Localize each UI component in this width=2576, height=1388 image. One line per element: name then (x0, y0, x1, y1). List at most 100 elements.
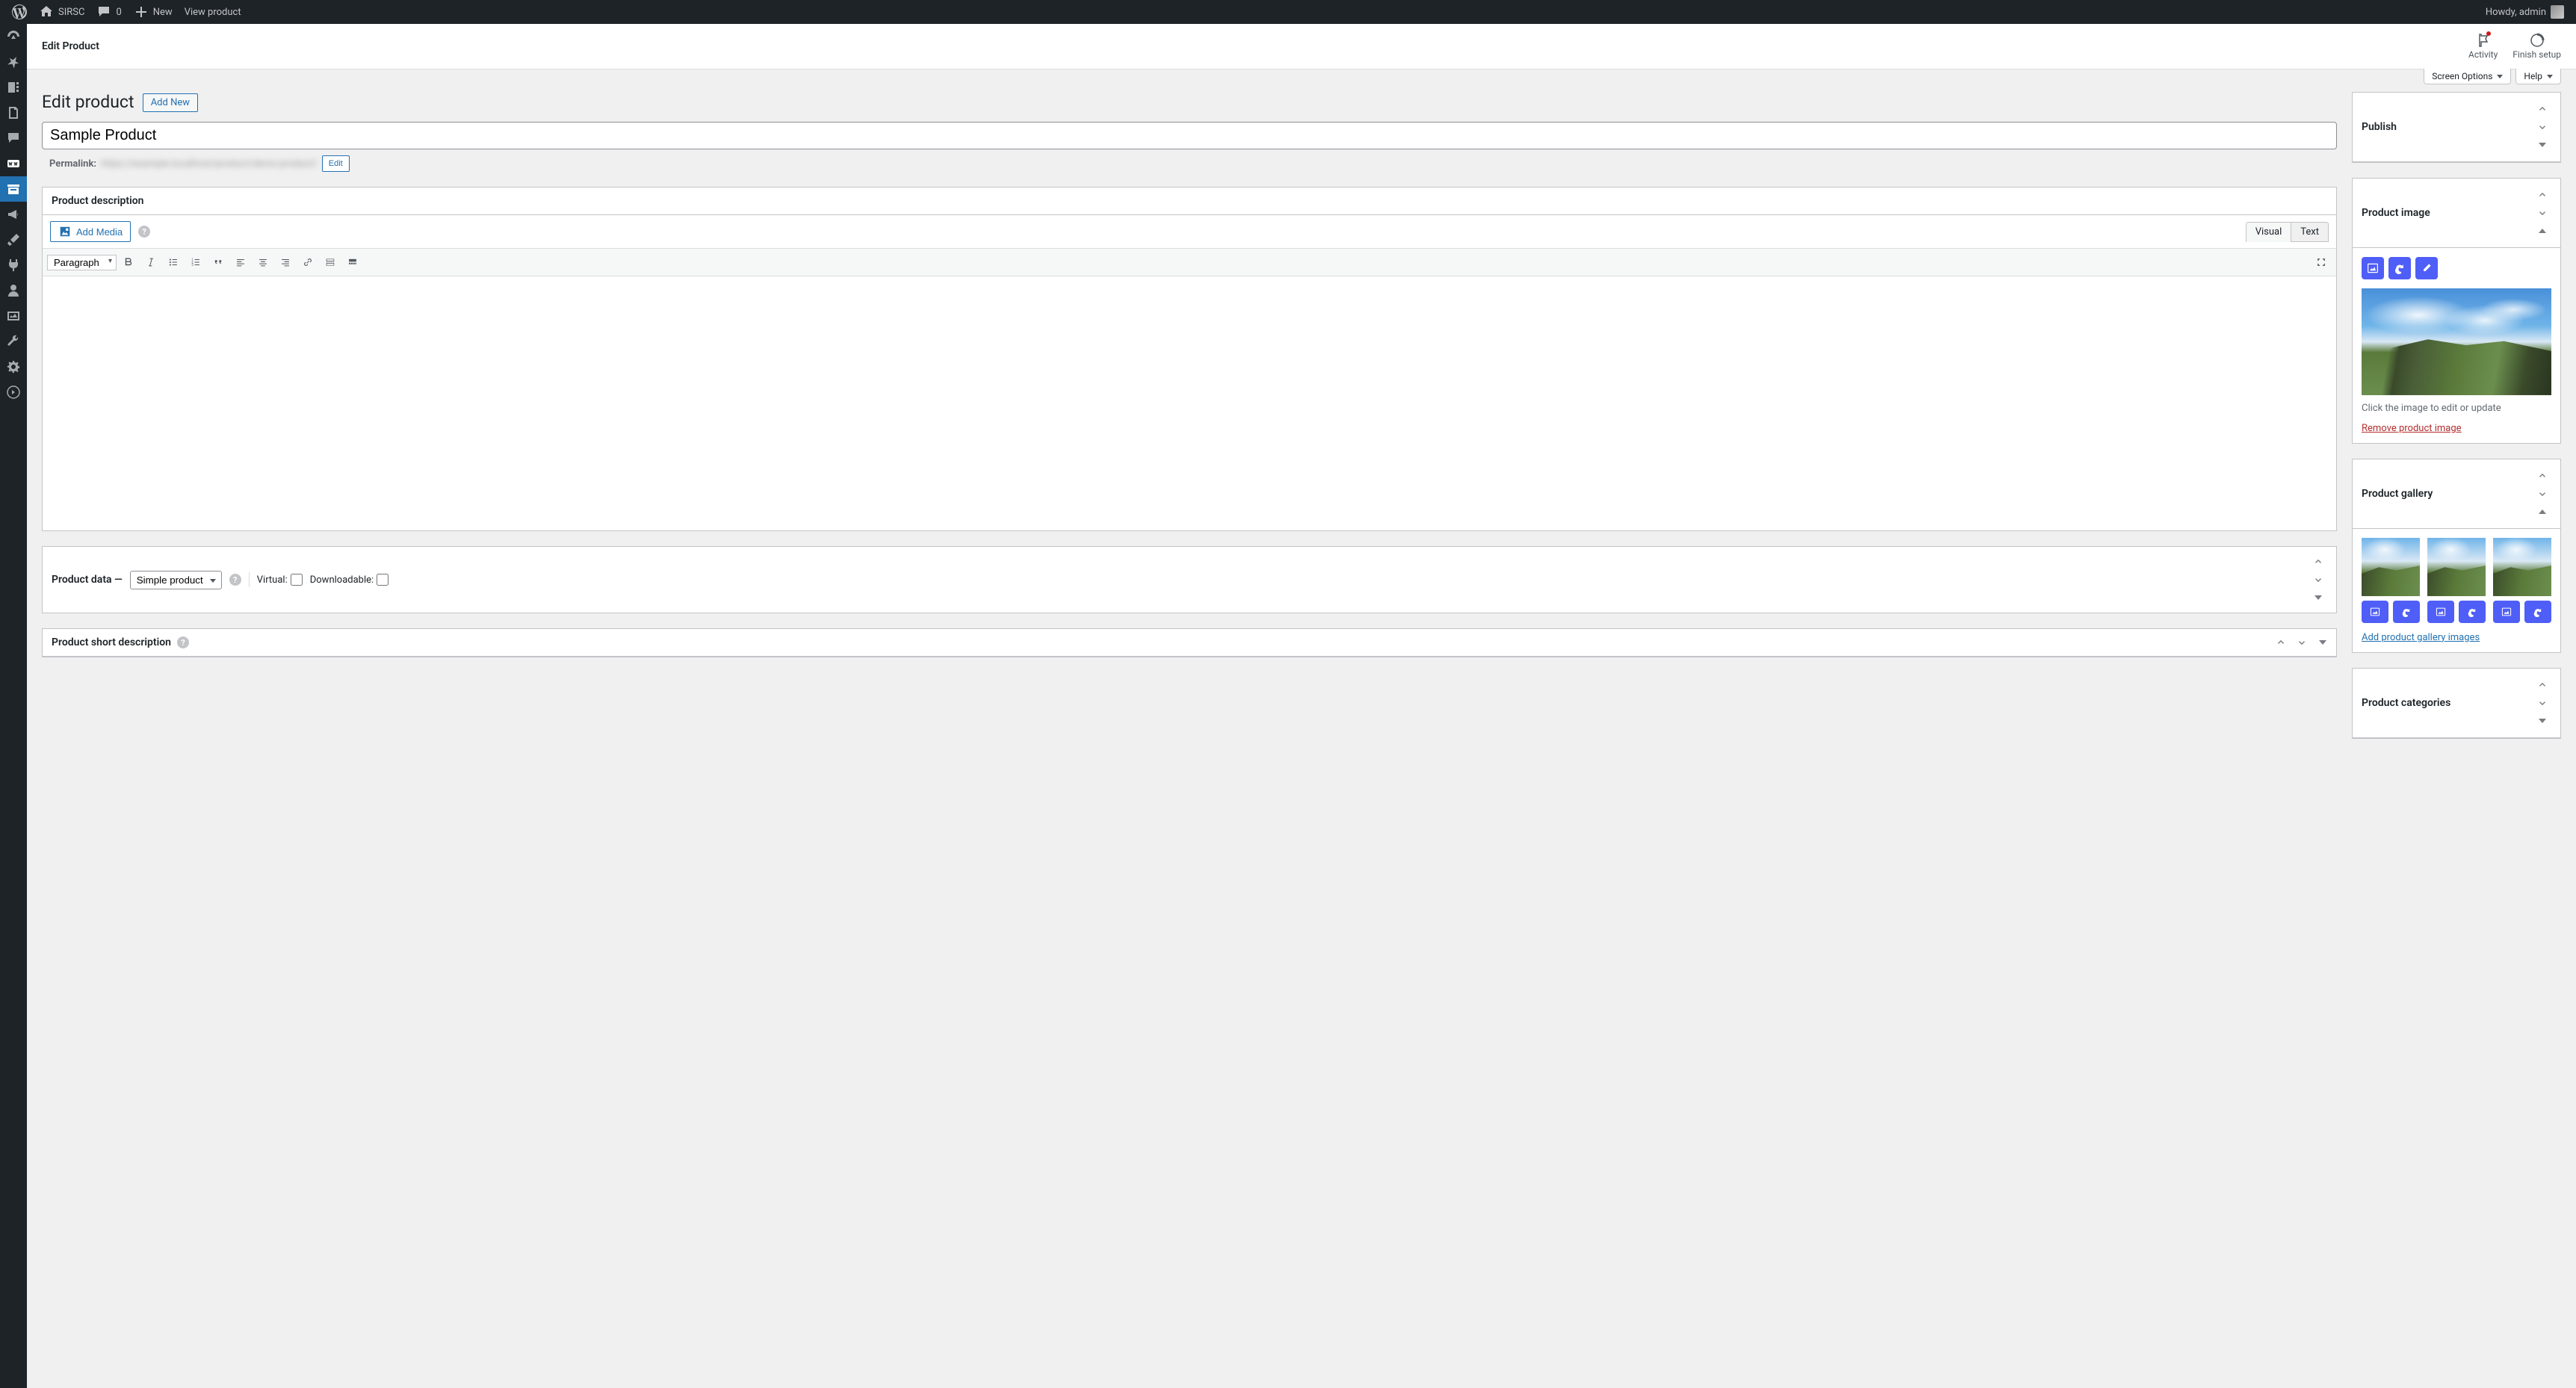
move-down-button[interactable] (2293, 633, 2311, 651)
align-right-button[interactable] (275, 252, 296, 273)
admin-menu (0, 24, 27, 1388)
panel-title: Product description (43, 188, 2336, 214)
bold-icon (123, 257, 134, 267)
bold-button[interactable] (118, 252, 139, 273)
move-up-button[interactable] (2272, 633, 2290, 651)
gallery-regenerate-button[interactable] (2524, 601, 2551, 623)
move-up-button[interactable] (2533, 676, 2551, 694)
gallery-regenerate-button[interactable] (2393, 601, 2420, 623)
menu-marketing[interactable] (0, 202, 27, 227)
image-regenerate-button[interactable] (2388, 257, 2411, 279)
italic-button[interactable] (140, 252, 161, 273)
editor-tab-text[interactable]: Text (2291, 222, 2329, 242)
chevron-up-icon (2537, 104, 2548, 114)
setup-progress-icon (2530, 33, 2545, 48)
panel-toggle[interactable] (2309, 589, 2327, 607)
link-button[interactable] (297, 252, 318, 273)
image-edit-button[interactable] (2415, 257, 2438, 279)
screen-options-tab[interactable]: Screen Options (2424, 69, 2511, 84)
blockquote-button[interactable] (208, 252, 229, 273)
menu-sirsc[interactable] (0, 303, 27, 329)
view-product-link[interactable]: View product (179, 0, 247, 24)
user-account-link[interactable]: Howdy, admin (2480, 0, 2570, 24)
fullscreen-icon (2316, 257, 2326, 267)
menu-media[interactable] (0, 75, 27, 100)
read-more-button[interactable] (320, 252, 341, 273)
numbered-list-button[interactable]: 123 (185, 252, 206, 273)
align-left-button[interactable] (230, 252, 251, 273)
gallery-info-button[interactable] (2362, 601, 2388, 623)
menu-plugins[interactable] (0, 252, 27, 278)
menu-tools[interactable] (0, 329, 27, 354)
help-tab[interactable]: Help (2515, 69, 2561, 84)
product-title-input[interactable] (42, 122, 2337, 149)
wordpress-logo[interactable] (6, 0, 33, 24)
numbered-list-icon: 123 (191, 257, 201, 267)
fullscreen-button[interactable] (2311, 252, 2332, 273)
image-info-button[interactable] (2362, 257, 2384, 279)
menu-comments[interactable] (0, 126, 27, 151)
activity-button[interactable]: Activity (2468, 33, 2498, 60)
refresh-icon (2467, 607, 2477, 617)
bullet-list-button[interactable] (163, 252, 184, 273)
move-down-button[interactable] (2533, 118, 2551, 136)
move-down-button[interactable] (2309, 571, 2327, 589)
panel-toggle[interactable] (2533, 712, 2551, 730)
pencil-icon (2421, 262, 2433, 274)
gallery-thumbnail[interactable] (2427, 538, 2486, 596)
editor-tab-visual[interactable]: Visual (2246, 222, 2291, 242)
new-content-link[interactable]: New (128, 0, 179, 24)
add-media-button[interactable]: Add Media (50, 221, 131, 242)
move-down-button[interactable] (2533, 204, 2551, 222)
virtual-checkbox[interactable] (291, 574, 303, 586)
remove-product-image-link[interactable]: Remove product image (2362, 423, 2462, 434)
megaphone-icon (6, 207, 21, 222)
gallery-info-button[interactable] (2427, 601, 2454, 623)
panel-toggle[interactable] (2314, 633, 2332, 651)
panel-toggle[interactable] (2533, 222, 2551, 240)
move-down-button[interactable] (2533, 485, 2551, 503)
help-icon[interactable]: ? (138, 226, 150, 238)
gallery-thumbnail[interactable] (2493, 538, 2551, 596)
format-select[interactable]: Paragraph (47, 255, 117, 270)
permalink-edit-button[interactable]: Edit (322, 155, 350, 172)
move-up-button[interactable] (2533, 467, 2551, 485)
gallery-thumbnail[interactable] (2362, 538, 2420, 596)
menu-dashboard[interactable] (0, 24, 27, 49)
media-icon (6, 80, 21, 95)
panel-toggle[interactable] (2533, 136, 2551, 154)
add-new-button[interactable]: Add New (143, 93, 198, 112)
products-icon (6, 182, 21, 196)
menu-pages[interactable] (0, 100, 27, 126)
plus-icon (134, 4, 149, 19)
menu-woocommerce[interactable] (0, 151, 27, 176)
site-home-link[interactable]: SIRSC (33, 0, 90, 24)
move-up-button[interactable] (2309, 553, 2327, 571)
menu-settings[interactable] (0, 354, 27, 379)
panel-toggle[interactable] (2533, 503, 2551, 521)
product-type-select[interactable]: Simple product (130, 571, 222, 589)
align-center-button[interactable] (253, 252, 273, 273)
comments-link[interactable]: 0 (90, 0, 127, 24)
product-image-thumbnail[interactable] (2362, 288, 2551, 395)
menu-collapse[interactable] (0, 379, 27, 405)
move-up-button[interactable] (2533, 186, 2551, 204)
page-header-bar: Edit Product Activity Finish setup (27, 24, 2576, 69)
toolbar-toggle-button[interactable] (342, 252, 363, 273)
menu-users[interactable] (0, 278, 27, 303)
menu-products[interactable] (0, 176, 27, 202)
virtual-checkbox-label: Virtual: (257, 574, 303, 586)
finish-setup-button[interactable]: Finish setup (2512, 33, 2561, 60)
gallery-regenerate-button[interactable] (2459, 601, 2486, 623)
menu-appearance[interactable] (0, 227, 27, 252)
downloadable-checkbox[interactable] (377, 574, 388, 586)
wordpress-icon (12, 4, 27, 19)
move-down-button[interactable] (2533, 694, 2551, 712)
move-up-button[interactable] (2533, 100, 2551, 118)
menu-pin[interactable] (0, 49, 27, 75)
add-gallery-images-link[interactable]: Add product gallery images (2362, 632, 2480, 643)
help-icon[interactable]: ? (229, 574, 241, 586)
editor-content-area[interactable] (43, 276, 2336, 530)
gallery-info-button[interactable] (2493, 601, 2520, 623)
help-icon[interactable]: ? (177, 636, 189, 648)
